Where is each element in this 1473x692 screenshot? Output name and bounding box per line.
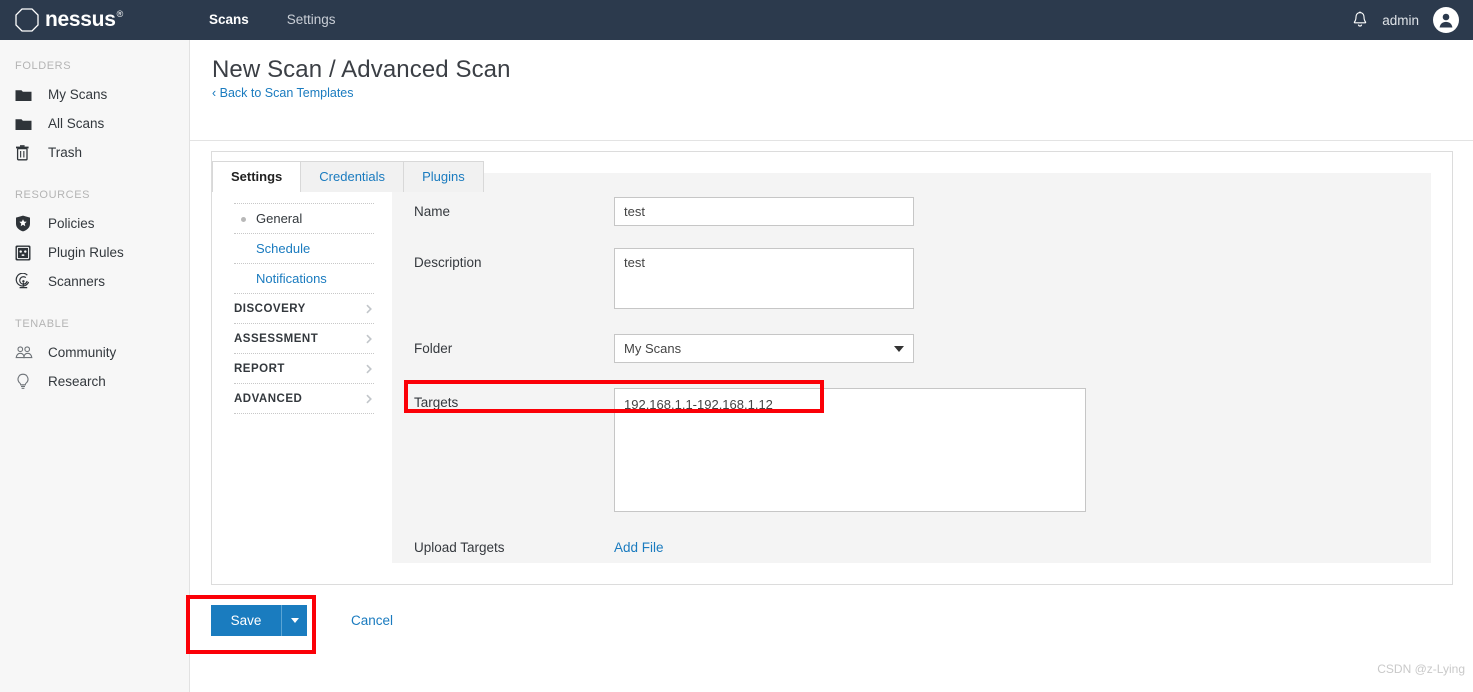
- chevron-right-icon: [366, 304, 372, 313]
- tab-settings[interactable]: Settings: [212, 161, 302, 192]
- sidebar-item-trash[interactable]: Trash: [0, 138, 189, 167]
- settings-nav-assessment[interactable]: ASSESSMENT: [234, 324, 374, 354]
- topnav-item-scans[interactable]: Scans: [190, 0, 268, 40]
- back-to-scan-templates-link[interactable]: ‹ Back to Scan Templates: [212, 86, 1473, 100]
- chevron-right-icon: [366, 364, 372, 373]
- general-settings-form: Name Description Folder My Scans: [392, 173, 1431, 563]
- top-right-area: admin: [1352, 0, 1473, 40]
- chevron-right-icon: [366, 334, 372, 343]
- save-button[interactable]: Save: [211, 605, 281, 636]
- tab-plugins[interactable]: Plugins: [403, 161, 484, 192]
- sidebar-item-policies[interactable]: Policies: [0, 209, 189, 238]
- plugin-rules-icon: [15, 244, 35, 262]
- sidebar-item-label: My Scans: [48, 87, 108, 102]
- settings-nav-notifications[interactable]: Notifications: [234, 264, 374, 294]
- form-row-name: Name: [392, 197, 1431, 226]
- registered-mark: ®: [116, 9, 124, 19]
- settings-nav-sub-general-wrap: General: [234, 204, 374, 234]
- page-header: New Scan / Advanced Scan ‹ Back to Scan …: [190, 40, 1473, 100]
- settings-nav-label: DISCOVERY: [234, 302, 306, 315]
- sidebar-item-all-scans[interactable]: All Scans: [0, 109, 189, 138]
- upload-targets-label: Upload Targets: [414, 540, 505, 555]
- brand-logo-area[interactable]: nessus®: [0, 0, 190, 40]
- settings-nav-general[interactable]: General: [234, 204, 374, 234]
- targets-textarea[interactable]: [614, 388, 1086, 512]
- sidebar-item-scanners[interactable]: Scanners: [0, 267, 189, 296]
- header-divider: [190, 140, 1473, 141]
- settings-nav-label: Notifications: [256, 271, 327, 286]
- scan-name-input[interactable]: [614, 197, 914, 226]
- sidebar-group-title-folders: FOLDERS: [15, 60, 72, 72]
- sidebar-item-label: Trash: [48, 145, 83, 160]
- sidebar-item-research[interactable]: Research: [0, 367, 189, 396]
- save-split-button: Save: [211, 605, 307, 636]
- caret-down-icon: [290, 618, 299, 623]
- tab-bar: Settings Credentials Plugins: [212, 161, 484, 192]
- sidebar-item-label: All Scans: [48, 116, 105, 131]
- form-row-description: Description: [392, 248, 1431, 309]
- sidebar-item-label: Research: [48, 374, 106, 389]
- settings-nav-label: REPORT: [234, 362, 285, 375]
- user-avatar-icon: [1439, 13, 1453, 28]
- sidebar-item-my-scans[interactable]: My Scans: [0, 80, 189, 109]
- avatar[interactable]: [1433, 7, 1459, 33]
- save-dropdown-button[interactable]: [281, 605, 307, 636]
- description-label: Description: [414, 255, 482, 270]
- settings-section-nav: BASIC General Schedule Notifications: [212, 152, 392, 584]
- sidebar-item-label: Policies: [48, 216, 95, 231]
- sidebar-item-label: Scanners: [48, 274, 106, 289]
- settings-nav-label: ADVANCED: [234, 392, 303, 405]
- brand-name: nessus®: [45, 8, 124, 31]
- action-bar: Save Cancel: [211, 605, 393, 636]
- shield-star-icon: [15, 215, 35, 233]
- top-navigation-bar: nessus® Scans Settings admin: [0, 0, 1473, 40]
- bell-icon[interactable]: [1352, 11, 1368, 29]
- topnav-item-settings[interactable]: Settings: [268, 0, 355, 40]
- settings-nav-discovery[interactable]: DISCOVERY: [234, 294, 374, 324]
- sidebar-item-plugin-rules[interactable]: Plugin Rules: [0, 238, 189, 267]
- settings-nav-advanced[interactable]: ADVANCED: [234, 384, 374, 414]
- research-bulb-icon: [15, 373, 35, 391]
- targets-label: Targets: [414, 395, 459, 410]
- cancel-button[interactable]: Cancel: [351, 613, 393, 628]
- add-file-link[interactable]: Add File: [614, 533, 664, 555]
- radar-scanner-icon: [15, 273, 35, 291]
- folder-select-wrap: My Scans: [614, 334, 914, 363]
- sidebar: FOLDERS My Scans All Scans Trash RESOURC…: [0, 40, 190, 692]
- folder-icon: [15, 115, 35, 133]
- octagon-outline-logo-icon: [15, 8, 39, 32]
- scan-description-textarea[interactable]: [614, 248, 914, 309]
- settings-nav-schedule[interactable]: Schedule: [234, 234, 374, 264]
- settings-nav-report[interactable]: REPORT: [234, 354, 374, 384]
- folder-label: Folder: [414, 341, 453, 356]
- top-nav-items: Scans Settings: [190, 0, 355, 40]
- chevron-right-icon: [366, 394, 372, 403]
- admin-username-label: admin: [1382, 12, 1419, 28]
- tab-credentials[interactable]: Credentials: [300, 161, 405, 192]
- settings-nav-label: ASSESSMENT: [234, 332, 319, 345]
- community-people-icon: [15, 344, 35, 362]
- form-row-folder: Folder My Scans: [392, 334, 1431, 363]
- sidebar-item-label: Community: [48, 345, 117, 360]
- folder-icon: [15, 86, 35, 104]
- sidebar-item-community[interactable]: Community: [0, 338, 189, 367]
- active-bullet-icon: [241, 217, 246, 222]
- sidebar-item-label: Plugin Rules: [48, 245, 124, 260]
- form-row-upload-targets: Upload Targets Add File: [392, 533, 1431, 555]
- settings-card: BASIC General Schedule Notifications: [211, 151, 1453, 585]
- form-row-targets: Targets: [392, 388, 1431, 512]
- nessus-new-scan-page: nessus® Scans Settings admin FOLDERS My …: [0, 0, 1473, 692]
- settings-nav-label: Schedule: [256, 241, 311, 256]
- page-title: New Scan / Advanced Scan: [212, 56, 511, 83]
- watermark: CSDN @z-Lying: [1377, 662, 1465, 676]
- sidebar-group-title-resources: RESOURCES: [15, 189, 91, 201]
- trash-icon: [15, 144, 35, 162]
- sidebar-group-title-tenable: TENABLE: [15, 318, 70, 330]
- name-label: Name: [414, 204, 451, 219]
- folder-select[interactable]: My Scans: [614, 334, 914, 363]
